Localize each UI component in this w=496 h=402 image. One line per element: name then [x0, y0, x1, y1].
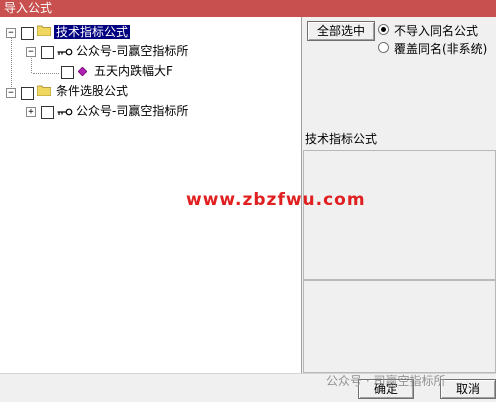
formula-description-panel	[303, 150, 496, 280]
folder-icon	[37, 85, 51, 96]
tree-item-technical-formula[interactable]: 技术指标公式	[54, 25, 131, 39]
wechat-watermark: 公众号 · 司赢空指标所	[326, 374, 446, 388]
expander-collapse-icon[interactable]: −	[6, 28, 16, 38]
formula-parameter-panel	[303, 280, 496, 373]
expander-expand-icon[interactable]: +	[26, 107, 36, 117]
checkbox-stock-selection[interactable]	[21, 87, 34, 100]
title-bar: 导入公式	[0, 0, 496, 17]
key-icon	[57, 48, 73, 56]
radio-overwrite-label: 覆盖同名(非系统)	[394, 42, 488, 56]
tree-item-formula[interactable]: 五天内跌幅大F	[94, 64, 173, 78]
panel-header: 技术指标公式	[305, 132, 378, 146]
site-watermark: www.zbzfwu.com	[186, 190, 366, 210]
tree-item-publisher[interactable]: 公众号-司赢空指标所	[76, 44, 188, 58]
tree-item-publisher-2[interactable]: 公众号-司赢空指标所	[76, 104, 188, 118]
formula-diamond-icon	[78, 67, 87, 76]
tree-line	[33, 73, 59, 74]
cancel-button[interactable]: 取消	[440, 379, 496, 399]
window-title: 导入公式	[4, 1, 53, 15]
radio-overwrite[interactable]	[378, 42, 389, 53]
radio-skip-duplicates[interactable]	[378, 24, 389, 35]
expander-collapse-icon[interactable]: −	[6, 88, 16, 98]
tree-item-stock-selection[interactable]: 条件选股公式	[56, 84, 128, 98]
select-all-button[interactable]: 全部选中	[307, 21, 375, 41]
checkbox-formula-item[interactable]	[61, 66, 74, 79]
key-icon	[57, 108, 73, 116]
checkbox-publisher-folder-2[interactable]	[41, 106, 54, 119]
folder-icon	[37, 25, 51, 36]
radio-skip-label: 不导入同名公式	[394, 24, 479, 38]
tree-line	[11, 34, 12, 93]
checkbox-publisher-folder[interactable]	[41, 46, 54, 59]
expander-collapse-icon[interactable]: −	[26, 47, 36, 57]
checkbox-technical-formula[interactable]	[21, 27, 34, 40]
